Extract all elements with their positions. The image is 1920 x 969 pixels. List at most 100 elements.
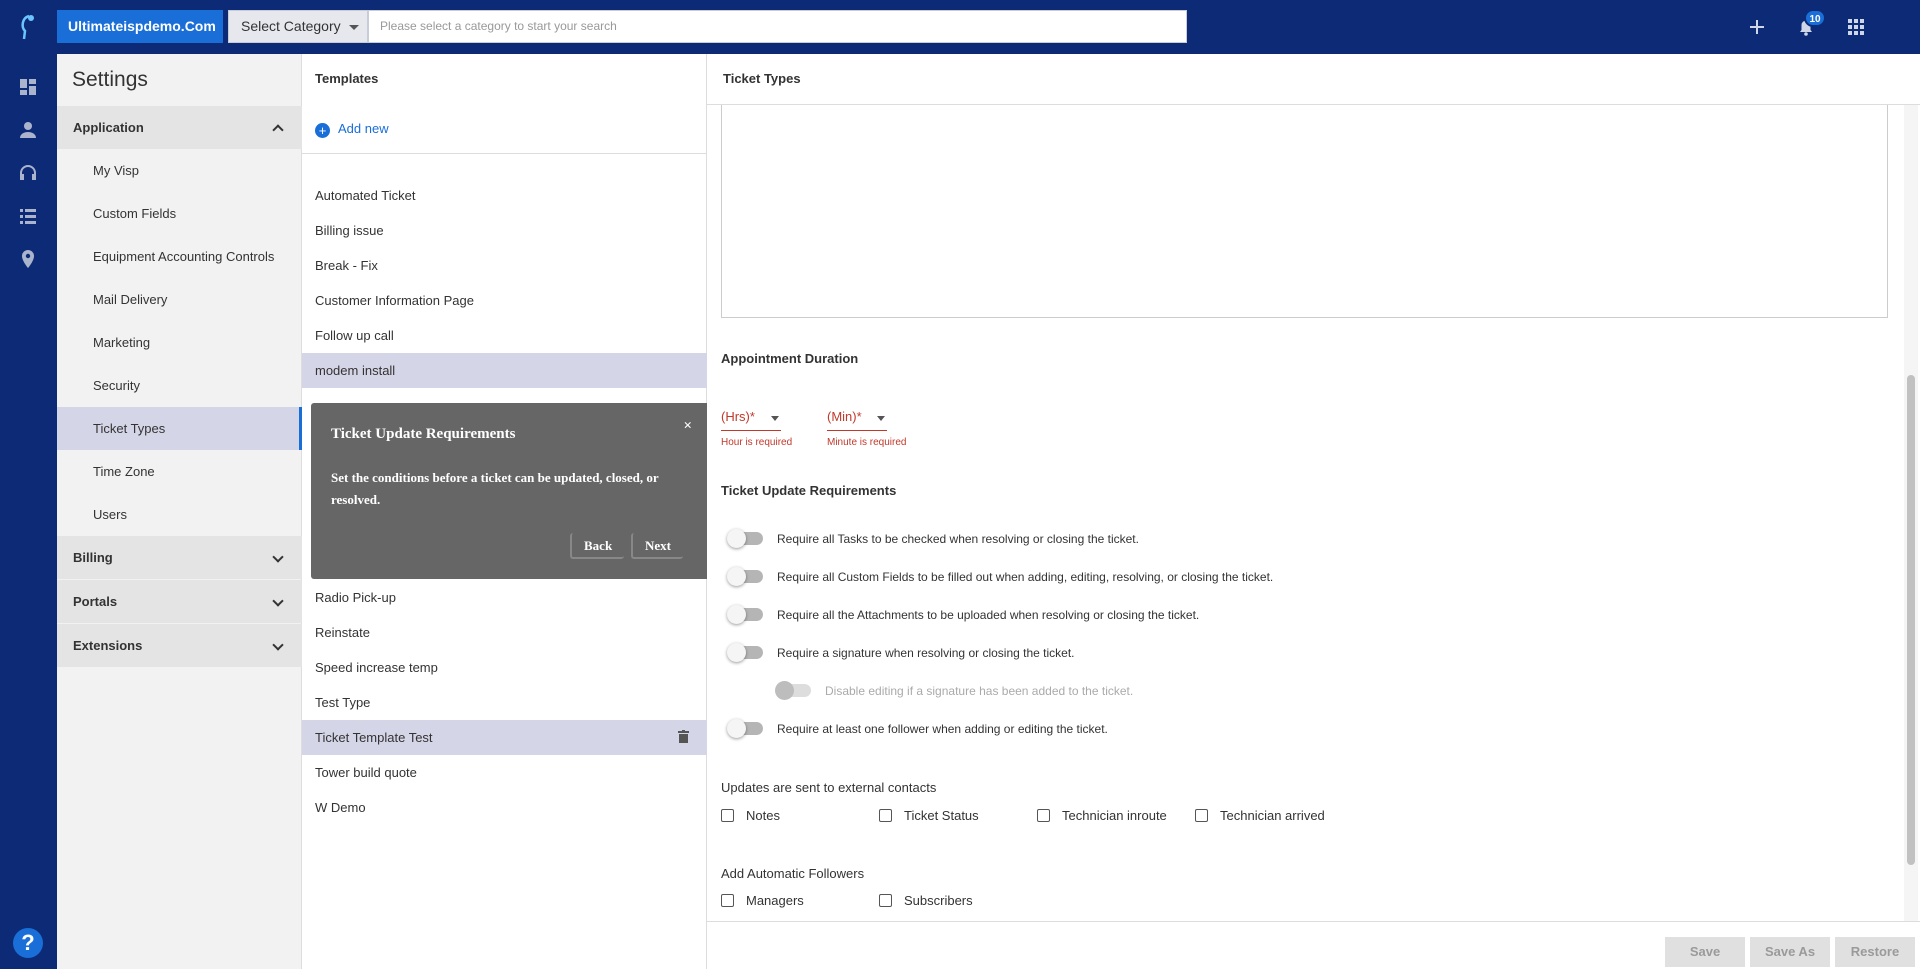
update-requirements-title: Ticket Update Requirements — [721, 483, 897, 498]
map-pin-icon[interactable] — [17, 248, 39, 270]
templates-title: Templates — [315, 71, 379, 86]
chevron-down-icon — [349, 25, 359, 30]
checkbox-label: Technician arrived — [1220, 808, 1325, 823]
scrollbar-thumb[interactable] — [1907, 375, 1915, 865]
toggle-label: Require all Tasks to be checked when res… — [777, 532, 1139, 546]
user-icon[interactable] — [17, 119, 39, 141]
ticket-types-panel: Ticket Types Appointment Duration (Hrs)*… — [707, 54, 1920, 969]
settings-item-users[interactable]: Users — [57, 493, 302, 536]
icon-rail — [0, 54, 57, 969]
template-item[interactable]: Follow up call — [302, 318, 707, 353]
hours-label: (Hrs)* — [721, 409, 755, 424]
help-icon[interactable]: ? — [13, 928, 43, 958]
tour-popover: Ticket Update Requirements × Set the con… — [311, 403, 710, 579]
template-item[interactable]: Test Type — [302, 685, 707, 720]
template-item[interactable]: W Demo — [302, 790, 707, 825]
minutes-select[interactable]: (Min)* — [827, 409, 887, 431]
next-button[interactable]: Next — [631, 533, 683, 559]
checkbox-technician-inroute[interactable]: Technician inroute — [1037, 807, 1167, 825]
description-editor[interactable] — [721, 105, 1888, 318]
settings-item-marketing[interactable]: Marketing — [57, 321, 302, 364]
checkbox-label: Notes — [746, 808, 780, 823]
trash-icon[interactable] — [678, 730, 689, 743]
category-select[interactable]: Select Category — [228, 10, 368, 43]
template-item[interactable]: Billing issue — [302, 213, 707, 248]
app-logo-icon[interactable] — [18, 13, 40, 41]
section-application[interactable]: Application — [57, 106, 302, 149]
settings-item-equipment-accounting[interactable]: Equipment Accounting Controls — [57, 235, 302, 278]
add-new-button[interactable]: + Add new — [315, 121, 389, 138]
top-bar: Ultimateispdemo.Com Select Category Plea… — [0, 0, 1920, 54]
settings-item-ticket-types[interactable]: Ticket Types — [57, 407, 302, 450]
search-input[interactable]: Please select a category to start your s… — [368, 10, 1187, 43]
chevron-down-icon — [877, 416, 885, 421]
section-label: Portals — [73, 594, 118, 609]
automatic-followers-title: Add Automatic Followers — [721, 866, 865, 881]
chevron-down-icon — [272, 639, 284, 651]
template-item[interactable]: Tower build quote — [302, 755, 707, 790]
settings-item-time-zone[interactable]: Time Zone — [57, 450, 302, 493]
back-button[interactable]: Back — [570, 533, 625, 559]
dashboard-icon[interactable] — [17, 76, 39, 98]
section-extensions[interactable]: Extensions — [57, 624, 302, 667]
checkbox-box[interactable] — [721, 894, 734, 907]
checkbox-technician-arrived[interactable]: Technician arrived — [1195, 807, 1325, 825]
template-item[interactable]: Speed increase temp — [302, 650, 707, 685]
apps-grid-icon[interactable] — [1844, 15, 1868, 39]
template-item[interactable]: Reinstate — [302, 615, 707, 650]
checkbox-box[interactable] — [1195, 809, 1208, 822]
section-billing[interactable]: Billing — [57, 536, 302, 579]
checkbox-ticket-status[interactable]: Ticket Status — [879, 807, 979, 825]
checkbox-notes[interactable]: Notes — [721, 807, 780, 825]
checkbox-box[interactable] — [1037, 809, 1050, 822]
toggle-label: Require all the Attachments to be upload… — [777, 608, 1200, 622]
brand-button[interactable]: Ultimateispdemo.Com — [57, 10, 223, 43]
template-item[interactable]: Radio Pick-up — [302, 580, 707, 615]
plus-icon[interactable] — [1745, 15, 1769, 39]
chevron-down-icon — [272, 595, 284, 607]
checkbox-managers[interactable]: Managers — [721, 892, 804, 910]
chevron-down-icon — [272, 551, 284, 563]
popover-title: Ticket Update Requirements — [331, 426, 516, 442]
panel-header: Ticket Types — [707, 54, 1920, 105]
minutes-error: Minute is required — [827, 437, 907, 448]
panel-title: Ticket Types — [723, 71, 801, 86]
template-item[interactable]: modem install — [302, 353, 707, 388]
scrollbar[interactable] — [1904, 105, 1918, 921]
settings-item-security[interactable]: Security — [57, 364, 302, 407]
toggle-switch — [775, 681, 811, 700]
section-portals[interactable]: Portals — [57, 580, 302, 623]
toggle-switch[interactable] — [727, 529, 763, 548]
checkbox-subscribers[interactable]: Subscribers — [879, 892, 973, 910]
plus-circle-icon: + — [315, 123, 330, 138]
checkbox-label: Technician inroute — [1062, 808, 1167, 823]
toggle-switch[interactable] — [727, 719, 763, 738]
template-item[interactable]: Automated Ticket — [302, 178, 707, 213]
checkbox-box[interactable] — [879, 809, 892, 822]
template-item[interactable]: Customer Information Page — [302, 283, 707, 318]
restore-button[interactable]: Restore — [1835, 937, 1915, 967]
close-icon[interactable]: × — [683, 418, 692, 435]
template-item-selected[interactable]: Ticket Template Test — [302, 720, 707, 755]
settings-item-custom-fields[interactable]: Custom Fields — [57, 192, 302, 235]
template-item[interactable]: Break - Fix — [302, 248, 707, 283]
checkbox-box[interactable] — [721, 809, 734, 822]
template-item-label: Ticket Template Test — [315, 730, 433, 745]
save-as-button[interactable]: Save As — [1750, 937, 1830, 967]
add-new-label: Add new — [338, 121, 389, 136]
checkbox-box[interactable] — [879, 894, 892, 907]
appointment-duration-title: Appointment Duration — [721, 351, 859, 366]
headset-icon[interactable] — [17, 162, 39, 184]
toggle-switch[interactable] — [727, 643, 763, 662]
list-icon[interactable] — [17, 205, 39, 227]
checkbox-label: Managers — [746, 893, 804, 908]
save-button[interactable]: Save — [1665, 937, 1745, 967]
toggle-switch[interactable] — [727, 567, 763, 586]
checkbox-label: Subscribers — [904, 893, 973, 908]
toggle-switch[interactable] — [727, 605, 763, 624]
toggle-label: Disable editing if a signature has been … — [825, 684, 1134, 698]
settings-item-mail-delivery[interactable]: Mail Delivery — [57, 278, 302, 321]
settings-item-my-visp[interactable]: My Visp — [57, 149, 302, 192]
hours-select[interactable]: (Hrs)* — [721, 409, 781, 431]
section-label: Billing — [73, 550, 113, 565]
